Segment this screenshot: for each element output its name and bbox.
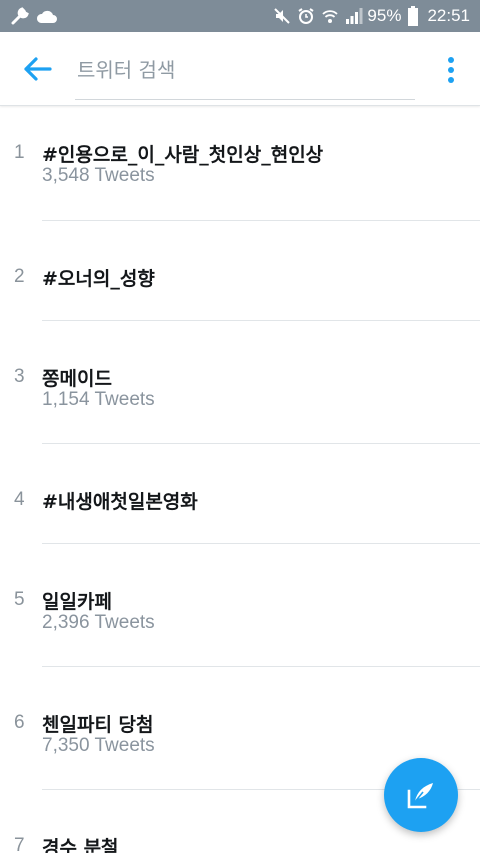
- battery-icon: [408, 6, 419, 26]
- trend-item[interactable]: 4 #내생애첫일본영화: [0, 444, 480, 544]
- trend-item[interactable]: 3 쫑메이드 1,154 Tweets: [0, 321, 480, 444]
- overflow-menu-icon[interactable]: [440, 54, 462, 86]
- status-right: 95% 22:51: [267, 6, 470, 26]
- search-field-wrap: [75, 46, 415, 100]
- trend-rank: 2: [14, 266, 25, 287]
- wifi-icon: [322, 10, 339, 23]
- trend-rank: 3: [14, 366, 25, 387]
- trend-rank: 5: [14, 589, 25, 610]
- arrow-left-icon[interactable]: [20, 54, 54, 84]
- trend-name: #내생애첫일본영화: [42, 491, 198, 513]
- compose-tweet-button[interactable]: [384, 758, 458, 832]
- trend-item[interactable]: 1 #인용으로_이_사람_첫인상_현인상 3,548 Tweets: [0, 107, 480, 221]
- trend-tweet-count: 7,350 Tweets: [42, 735, 155, 756]
- trend-tweet-count: 3,548 Tweets: [42, 165, 155, 186]
- search-input[interactable]: [75, 46, 415, 94]
- battery-percent: 95%: [367, 6, 402, 25]
- trend-item[interactable]: 2 #오너의_성향: [0, 221, 480, 321]
- trend-name: #인용으로_이_사람_첫인상_현인상: [42, 144, 324, 166]
- trend-name: 일일카페: [42, 591, 112, 613]
- trend-rank: 4: [14, 489, 25, 510]
- trend-name: 쫑메이드: [42, 368, 112, 390]
- trend-name: 첸일파티 당첨: [42, 714, 154, 736]
- trend-name: 경수 분철: [42, 837, 119, 853]
- trend-rank: 7: [14, 835, 25, 853]
- trend-rank: 6: [14, 712, 25, 733]
- trend-list: 1 #인용으로_이_사람_첫인상_현인상 3,548 Tweets 2 #오너의…: [0, 107, 480, 853]
- status-left: [10, 6, 64, 26]
- trend-item[interactable]: 5 일일카페 2,396 Tweets: [0, 544, 480, 667]
- compose-tweet-icon: [407, 783, 433, 809]
- trend-rank: 1: [14, 142, 25, 163]
- clock: 22:51: [427, 6, 470, 25]
- wrench-icon: [11, 7, 29, 25]
- trend-tweet-count: 2,396 Tweets: [42, 612, 155, 633]
- status-bar: 95% 22:51: [0, 0, 480, 32]
- search-app-bar: [0, 32, 480, 106]
- mute-icon: [274, 8, 291, 24]
- signal-icon: [346, 8, 363, 24]
- cloud-icon: [36, 10, 57, 23]
- trend-name: #오너의_성향: [42, 268, 155, 290]
- alarm-icon: [298, 8, 314, 24]
- trend-tweet-count: 1,154 Tweets: [42, 389, 155, 410]
